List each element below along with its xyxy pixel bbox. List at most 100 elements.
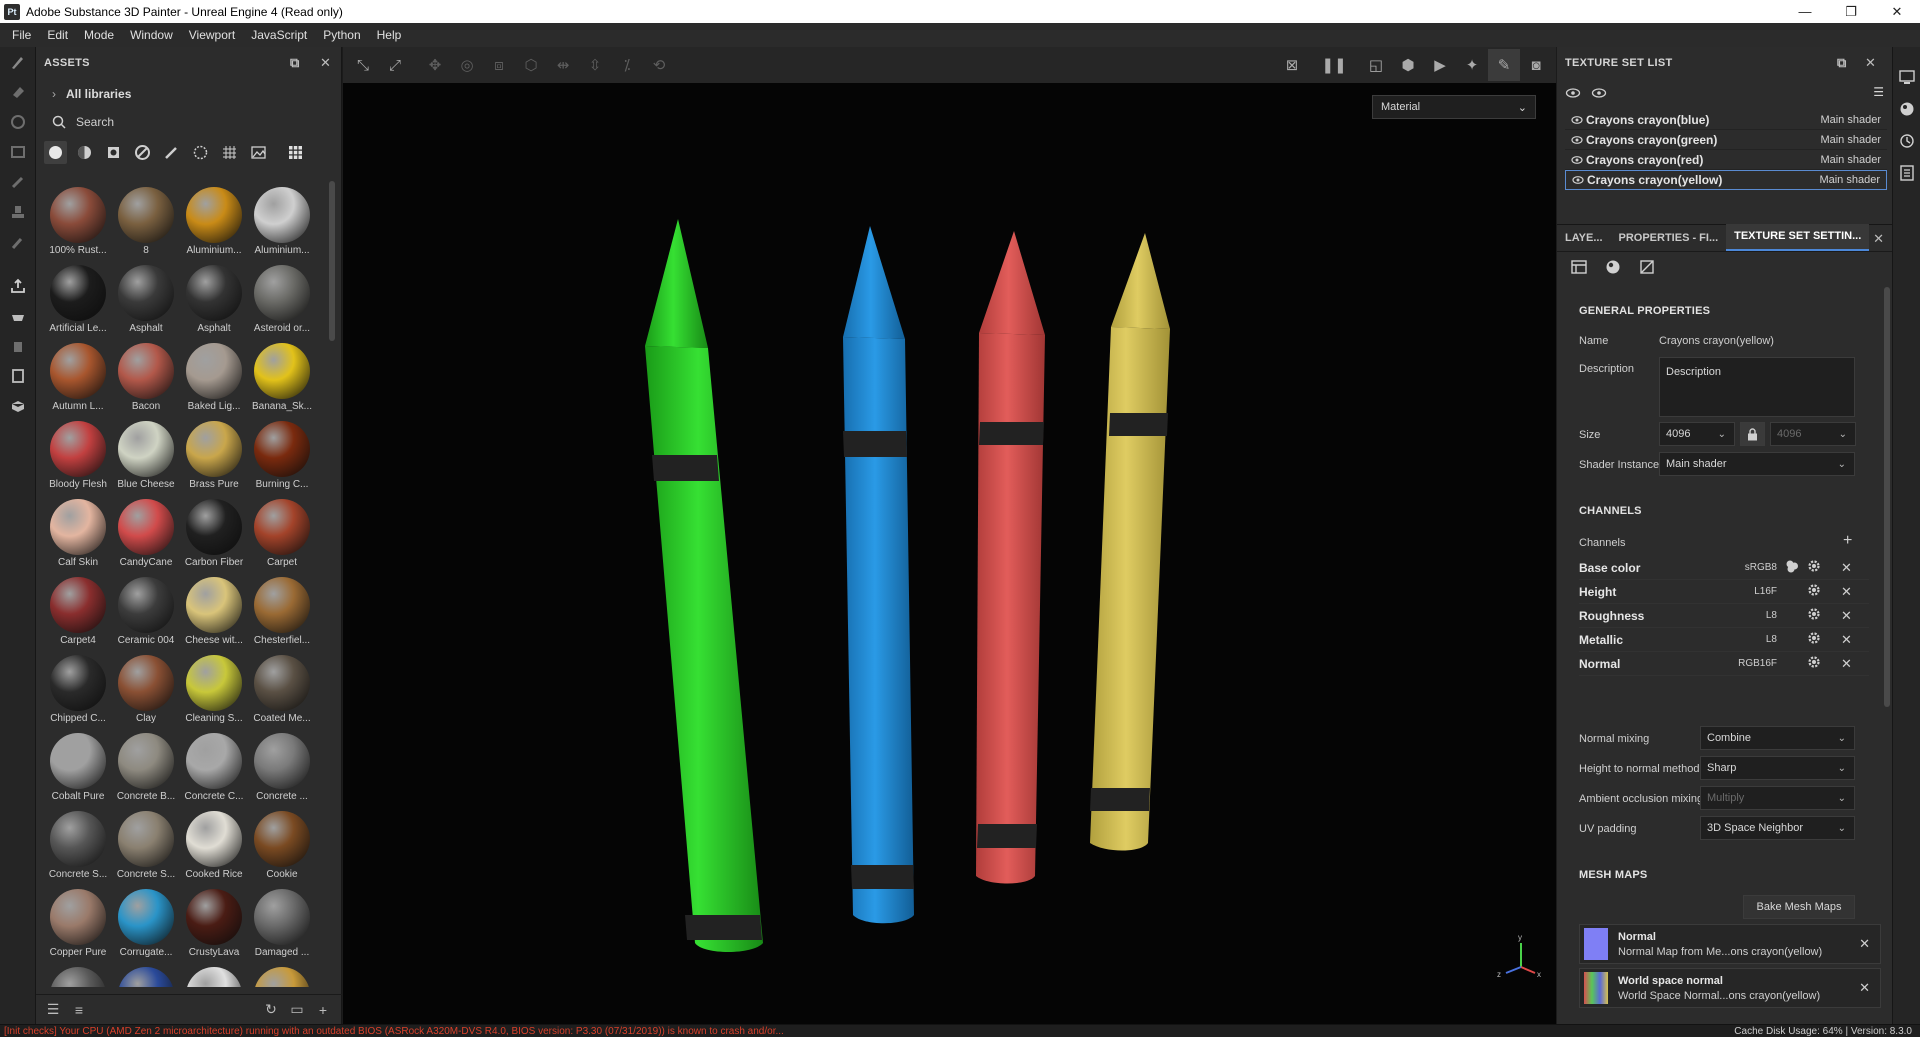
tab-properties[interactable]: PROPERTIES - FI... <box>1611 232 1727 251</box>
asset-tile[interactable]: Brass Pure <box>180 413 248 491</box>
menu-file[interactable]: File <box>4 28 39 42</box>
color-profile-icon[interactable] <box>1785 559 1799 576</box>
asset-tile[interactable]: Chipped C... <box>44 647 112 725</box>
channel-row[interactable]: Height L16F ✕ <box>1579 580 1869 604</box>
export-tool[interactable] <box>0 271 36 301</box>
asset-tile[interactable]: CandyCane <box>112 491 180 569</box>
shader-icon[interactable] <box>1605 259 1621 278</box>
channel-format[interactable]: sRGB8 <box>1717 562 1777 573</box>
asset-tile[interactable]: Concrete B... <box>112 725 180 803</box>
folder-icon[interactable]: ▭ <box>284 997 310 1023</box>
asset-tile[interactable]: Bloody Flesh <box>44 413 112 491</box>
move-icon[interactable]: ✥ <box>419 49 451 81</box>
asset-tile[interactable]: Damaged ... <box>248 881 316 959</box>
asset-tile[interactable]: Cooked Rice <box>180 803 248 881</box>
document-tool[interactable] <box>0 361 36 391</box>
settings-scrollbar[interactable] <box>1884 287 1890 707</box>
asset-tile[interactable]: Artificial Le... <box>44 257 112 335</box>
channel-format[interactable]: L16F <box>1717 586 1777 597</box>
asset-tile[interactable]: Carbon Fiber <box>180 491 248 569</box>
camera-icon[interactable]: ▶ <box>1424 49 1456 81</box>
paint-tool[interactable] <box>0 47 36 77</box>
pause-icon[interactable]: ❚❚ <box>1318 49 1350 81</box>
menu-edit[interactable]: Edit <box>39 28 76 42</box>
asset-tile[interactable]: Coated Me... <box>248 647 316 725</box>
polygon-fill-tool[interactable] <box>0 137 36 167</box>
gear-icon[interactable] <box>1807 655 1821 672</box>
asset-tile[interactable] <box>180 959 248 987</box>
asset-tile[interactable] <box>248 959 316 987</box>
yellow-crayon[interactable] <box>1090 233 1170 851</box>
maximize-button[interactable]: ❐ <box>1828 0 1874 23</box>
menu-help[interactable]: Help <box>369 28 410 42</box>
materials-filter-icon[interactable] <box>44 140 67 164</box>
gear-icon[interactable] <box>1807 607 1821 624</box>
texture-set-row[interactable]: Crayons crayon(blue) Main shader <box>1565 110 1887 130</box>
channel-row[interactable]: Metallic L8 ✕ <box>1579 628 1869 652</box>
mirror-icon[interactable]: ⇹ <box>547 49 579 81</box>
asset-tile[interactable]: Cookie <box>248 803 316 881</box>
asset-tile[interactable]: Burning C... <box>248 413 316 491</box>
menu-mode[interactable]: Mode <box>76 28 122 42</box>
remove-channel-icon[interactable]: ✕ <box>1841 560 1852 576</box>
asset-tile[interactable]: Calf Skin <box>44 491 112 569</box>
blue-crayon[interactable] <box>843 226 914 924</box>
close-window-button[interactable]: ✕ <box>1874 0 1920 23</box>
library-selector[interactable]: › All libraries <box>36 79 341 109</box>
brushes-filter-icon[interactable] <box>160 141 183 164</box>
menu-python[interactable]: Python <box>315 28 368 42</box>
asset-tile[interactable]: 100% Rust... <box>44 179 112 257</box>
shader-instance-select[interactable]: Main shader ⌄ <box>1659 452 1855 476</box>
alphas-filter-icon[interactable] <box>189 141 212 164</box>
uv-padding-select[interactable]: 3D Space Neighbor ⌄ <box>1700 816 1855 840</box>
mesh-map-normal[interactable]: Normal Normal Map from Me...ons crayon(ye… <box>1579 924 1881 964</box>
close-tab-icon[interactable]: ✕ <box>1873 231 1884 247</box>
texture-set-row[interactable]: Crayons crayon(yellow) Main shader <box>1565 170 1887 190</box>
description-field[interactable]: Description <box>1659 357 1855 417</box>
asset-tile[interactable]: Concrete S... <box>44 803 112 881</box>
green-crayon[interactable] <box>645 219 763 952</box>
tab-layers[interactable]: LAYE... <box>1557 232 1611 251</box>
tab-texture-set-settings[interactable]: TEXTURE SET SETTIN... <box>1726 224 1870 251</box>
eraser-tool[interactable] <box>0 77 36 107</box>
asset-tile[interactable]: Aluminium... <box>248 179 316 257</box>
transform-options-icon[interactable]: ⤢ <box>379 49 411 81</box>
asset-tile[interactable]: Concrete C... <box>180 725 248 803</box>
remove-channel-icon[interactable]: ✕ <box>1841 632 1852 648</box>
assets-scrollbar[interactable] <box>329 181 335 341</box>
filter-list-icon[interactable]: ☰ <box>40 997 66 1023</box>
reset-transform-icon[interactable]: ⟲ <box>643 49 675 81</box>
menu-javascript[interactable]: JavaScript <box>243 28 315 42</box>
eye-icon[interactable] <box>1571 135 1583 145</box>
red-crayon[interactable] <box>976 231 1045 884</box>
asset-tile[interactable]: Blue Cheese <box>112 413 180 491</box>
asset-tile[interactable]: Baked Lig... <box>180 335 248 413</box>
init-check-warning[interactable]: [Init checks] Your CPU (AMD Zen 2 microa… <box>0 1026 1200 1037</box>
asset-tile[interactable]: Asphalt <box>112 257 180 335</box>
asset-tile[interactable]: Cobalt Pure <box>44 725 112 803</box>
view-2d-icon[interactable]: ◱ <box>1360 49 1392 81</box>
color-picker-tool[interactable] <box>0 227 36 257</box>
asset-tile[interactable]: Ceramic 004 <box>112 569 180 647</box>
asset-tile[interactable]: Corrugate... <box>112 881 180 959</box>
bake-tool[interactable] <box>0 301 36 331</box>
remove-channel-icon[interactable]: ✕ <box>1841 608 1852 624</box>
channel-row[interactable]: Roughness L8 ✕ <box>1579 604 1869 628</box>
rotate-icon[interactable]: ◎ <box>451 49 483 81</box>
float-panel-icon[interactable]: ⧉ <box>290 55 300 71</box>
remove-channel-icon[interactable]: ✕ <box>1841 656 1852 672</box>
close-panel-icon[interactable]: ✕ <box>1865 55 1876 71</box>
asset-tile[interactable]: Aluminium... <box>180 179 248 257</box>
textures-filter-icon[interactable] <box>218 141 241 164</box>
masks-filter-icon[interactable] <box>102 141 125 164</box>
minimize-button[interactable]: — <box>1782 0 1828 23</box>
asset-tile[interactable]: Carpet4 <box>44 569 112 647</box>
hide-selection-icon[interactable]: ⊠ <box>1276 49 1308 81</box>
asset-tile[interactable]: Carpet <box>248 491 316 569</box>
grid-view-icon[interactable] <box>284 141 307 164</box>
menu-window[interactable]: Window <box>122 28 181 42</box>
scale-icon[interactable]: ⧈ <box>483 49 515 81</box>
search-input[interactable]: Search <box>76 115 114 129</box>
asset-tile[interactable]: Asphalt <box>180 257 248 335</box>
smart-materials-filter-icon[interactable] <box>73 141 96 164</box>
